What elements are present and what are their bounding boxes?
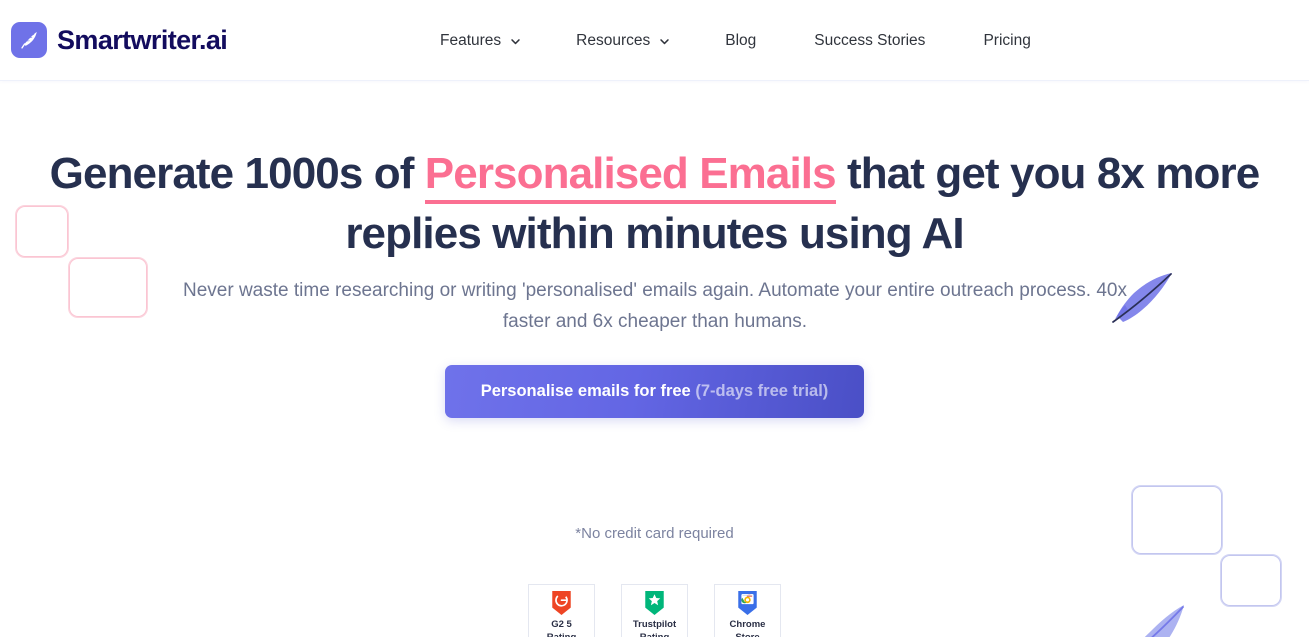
chevron-down-icon xyxy=(659,34,670,45)
badge-card: G2 5 Rating ★ ★ ★ ★ ★ xyxy=(528,584,595,637)
nav-item-success-stories[interactable]: Success Stories xyxy=(814,24,925,58)
hero-section: Generate 1000s of Personalised Emails th… xyxy=(0,81,1309,637)
decor-square-pink-outer xyxy=(68,257,148,318)
cta-sublabel: (7-days free trial) xyxy=(695,382,829,400)
cta-label: Personalise emails for free xyxy=(480,382,691,400)
cta-container: Personalise emails for free (7-days free… xyxy=(0,365,1309,418)
feather-icon xyxy=(11,22,47,58)
brand-name: Smartwriter.ai xyxy=(57,24,228,55)
landing-page: Smartwriter.ai Features Resources Blog S… xyxy=(0,0,1309,637)
decor-square-purple-inner xyxy=(1132,486,1222,554)
trust-badges: G2 5 Rating ★ ★ ★ ★ ★ 2022 xyxy=(0,584,1309,637)
page-title: Generate 1000s of Personalised Emails th… xyxy=(0,144,1309,264)
nav-item-label: Resources xyxy=(576,31,651,49)
site-header: Smartwriter.ai Features Resources Blog S… xyxy=(0,0,1309,81)
headline-part-1: Generate 1000s of xyxy=(49,149,425,198)
nav-item-resources[interactable]: Resources xyxy=(576,24,670,58)
badge-g2[interactable]: G2 5 Rating ★ ★ ★ ★ ★ 2022 xyxy=(528,584,595,637)
badge-title: G2 5 Rating xyxy=(547,619,577,637)
nav-item-label: Features xyxy=(440,31,502,49)
brand-logo[interactable]: Smartwriter.ai xyxy=(11,22,228,58)
trustpilot-shield-icon xyxy=(645,591,664,615)
nav-item-blog[interactable]: Blog xyxy=(725,24,756,58)
badge-card: Chrome Store ★ ★ ★ ★ ★ xyxy=(714,584,781,637)
badge-title: Trustpilot Rating xyxy=(632,619,677,637)
badge-chrome-store[interactable]: Chrome Store ★ ★ ★ ★ ★ 2022 xyxy=(714,584,781,637)
badge-title: Chrome Store xyxy=(729,619,766,637)
main-navigation: Features Resources Blog Success Stories … xyxy=(440,0,1031,81)
g2-shield-icon xyxy=(552,591,571,615)
nav-item-pricing[interactable]: Pricing xyxy=(983,24,1030,58)
chevron-down-icon xyxy=(510,34,521,45)
nav-item-label: Blog xyxy=(725,31,757,49)
decor-square-pink-inner xyxy=(69,258,147,317)
personalise-emails-button[interactable]: Personalise emails for free (7-days free… xyxy=(444,365,865,418)
badge-trustpilot[interactable]: Trustpilot Rating ★ ★ ★ ★ ★ 2022 xyxy=(621,584,688,637)
headline-highlight: Personalised Emails xyxy=(424,149,837,204)
nav-item-features[interactable]: Features xyxy=(440,24,521,58)
nav-item-label: Success Stories xyxy=(814,31,926,49)
nav-item-label: Pricing xyxy=(983,31,1031,49)
badge-card: Trustpilot Rating ★ ★ ★ ★ ★ xyxy=(621,584,688,637)
no-credit-card-note: *No credit card required xyxy=(575,525,734,542)
chrome-store-shield-icon xyxy=(738,591,757,615)
hero-subtitle: Never waste time researching or writing … xyxy=(183,280,1127,332)
decor-square-purple-outer xyxy=(1131,485,1223,555)
